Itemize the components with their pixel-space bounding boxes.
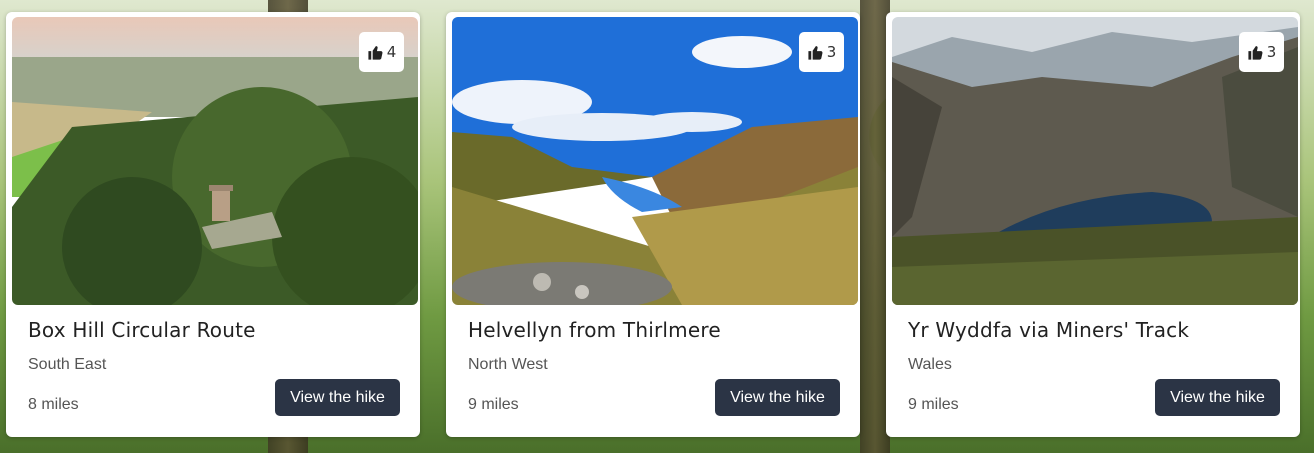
- hike-region: Wales: [908, 356, 952, 373]
- hike-photo[interactable]: [892, 17, 1298, 305]
- like-count: 3: [826, 43, 837, 61]
- hike-title: Helvellyn from Thirlmere: [468, 318, 721, 342]
- like-badge[interactable]: 3: [1239, 32, 1284, 72]
- like-badge[interactable]: 4: [359, 32, 404, 72]
- thumbs-up-icon: [808, 45, 823, 60]
- hike-distance: 8 miles: [28, 396, 79, 413]
- hike-region: North West: [468, 356, 548, 373]
- like-badge[interactable]: 3: [799, 32, 844, 72]
- hike-card[interactable]: 4 Box Hill Circular Route South East 8 m…: [6, 12, 420, 437]
- hike-photo[interactable]: [12, 17, 418, 305]
- hike-card[interactable]: 3 Helvellyn from Thirlmere North West 9 …: [446, 12, 860, 437]
- thumbs-up-icon: [1248, 45, 1263, 60]
- hike-title: Yr Wyddfa via Miners' Track: [908, 318, 1190, 342]
- hike-card[interactable]: 3 Yr Wyddfa via Miners' Track Wales 9 mi…: [886, 12, 1300, 437]
- hike-photo[interactable]: [452, 17, 858, 305]
- view-hike-button[interactable]: View the hike: [1155, 379, 1280, 416]
- hike-title: Box Hill Circular Route: [28, 318, 256, 342]
- like-count: 4: [386, 43, 397, 61]
- view-hike-button[interactable]: View the hike: [715, 379, 840, 416]
- thumbs-up-icon: [368, 45, 383, 60]
- view-hike-button[interactable]: View the hike: [275, 379, 400, 416]
- hike-region: South East: [28, 356, 107, 373]
- like-count: 3: [1266, 43, 1277, 61]
- hike-distance: 9 miles: [468, 396, 519, 413]
- hike-distance: 9 miles: [908, 396, 959, 413]
